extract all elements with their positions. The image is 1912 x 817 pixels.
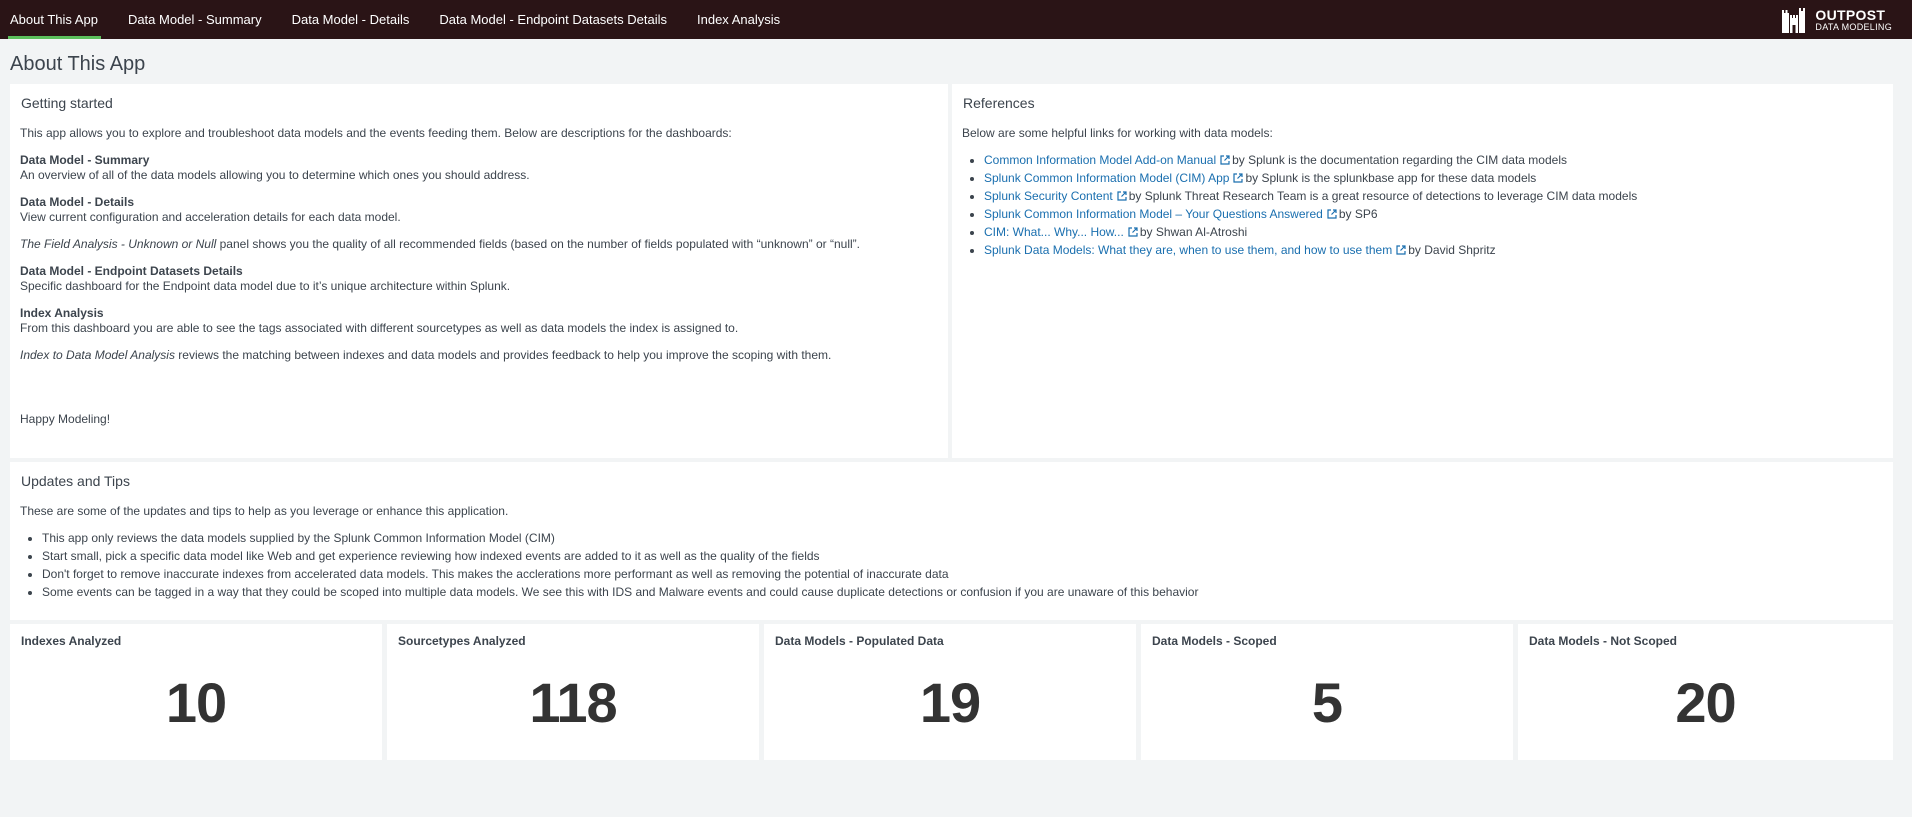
stat-panel-indexes: Indexes Analyzed 10 <box>10 624 382 760</box>
data-models-guide-link[interactable]: Splunk Data Models: What they are, when … <box>984 243 1392 257</box>
nav-tab-index-analysis[interactable]: Index Analysis <box>682 0 795 39</box>
security-content-link[interactable]: Splunk Security Content <box>984 189 1113 203</box>
list-item: Start small, pick a specific data model … <box>42 547 1883 565</box>
stat-panel-sourcetypes: Sourcetypes Analyzed 118 <box>387 624 759 760</box>
section-heading: Index Analysis <box>20 306 104 320</box>
list-item: Common Information Model Add-on Manualby… <box>984 151 1883 169</box>
stat-title: Indexes Analyzed <box>21 634 122 648</box>
section-heading: Data Model - Details <box>20 195 135 209</box>
external-link-icon <box>1233 173 1244 183</box>
list-item: Splunk Common Information Model – Your Q… <box>984 205 1883 223</box>
stat-panel-scoped: Data Models - Scoped 5 <box>1141 624 1513 760</box>
list-item: Don't forget to remove inaccurate indexe… <box>42 565 1883 583</box>
section-heading: Data Model - Endpoint Datasets Details <box>20 264 243 278</box>
list-item: Splunk Security Contentby Splunk Threat … <box>984 187 1883 205</box>
intro-text: This app allows you to explore and troub… <box>20 126 732 140</box>
stat-value[interactable]: 118 <box>387 670 759 735</box>
stat-panel-not-scoped: Data Models - Not Scoped 20 <box>1518 624 1893 760</box>
brand-name: OUTPOST <box>1815 7 1886 23</box>
external-link-icon <box>1128 227 1138 237</box>
panel-title: Getting started <box>21 95 113 111</box>
tips-list: This app only reviews the data models su… <box>20 529 1883 601</box>
stat-value[interactable]: 20 <box>1518 670 1893 735</box>
list-item: Some events can be tagged in a way that … <box>42 583 1883 601</box>
app-logo[interactable]: OUTPOST DATA MODELING <box>1779 5 1892 35</box>
reference-list: Common Information Model Add-on Manualby… <box>962 151 1883 259</box>
section-text: Specific dashboard for the Endpoint data… <box>20 279 511 293</box>
stat-panel-populated: Data Models - Populated Data 19 <box>764 624 1136 760</box>
external-link-icon <box>1327 209 1337 219</box>
stat-title: Data Models - Populated Data <box>775 634 944 648</box>
cim-app-link[interactable]: Splunk Common Information Model (CIM) Ap… <box>984 171 1229 185</box>
stat-value[interactable]: 10 <box>10 670 382 735</box>
stat-title: Data Models - Scoped <box>1152 634 1277 648</box>
stat-value[interactable]: 5 <box>1141 670 1513 735</box>
section-text: From this dashboard you are able to see … <box>20 321 739 335</box>
section-heading: Data Model - Summary <box>20 153 150 167</box>
nav-tab-about[interactable]: About This App <box>0 0 113 39</box>
top-nav-bar: About This App Data Model - Summary Data… <box>0 0 1912 39</box>
cim-addon-manual-link[interactable]: Common Information Model Add-on Manual <box>984 153 1216 167</box>
updates-tips-panel: Updates and Tips These are some of the u… <box>10 462 1893 620</box>
stat-title: Data Models - Not Scoped <box>1529 634 1678 648</box>
closing-text: Happy Modeling! <box>20 412 111 426</box>
nav-tab-data-model-summary[interactable]: Data Model - Summary <box>113 0 277 39</box>
external-link-icon <box>1220 155 1230 165</box>
getting-started-panel: Getting started This app allows you to e… <box>10 84 948 458</box>
stat-title: Sourcetypes Analyzed <box>398 634 526 648</box>
references-panel: References Below are some helpful links … <box>952 84 1893 458</box>
castle-icon <box>1782 8 1806 33</box>
section-text: An overview of all of the data models al… <box>20 168 530 182</box>
nav-tab-data-model-details[interactable]: Data Model - Details <box>277 0 425 39</box>
stat-value[interactable]: 19 <box>764 670 1136 735</box>
page-title: About This App <box>10 53 146 75</box>
cim-what-why-how-link[interactable]: CIM: What... Why... How... <box>984 225 1124 239</box>
list-item: This app only reviews the data models su… <box>42 529 1883 547</box>
brand-subtitle: DATA MODELING <box>1815 22 1892 32</box>
cim-questions-link[interactable]: Splunk Common Information Model – Your Q… <box>984 207 1323 221</box>
section-text: View current configuration and accelerat… <box>20 210 401 224</box>
list-item: Splunk Data Models: What they are, when … <box>984 241 1883 259</box>
panel-title: Updates and Tips <box>21 473 130 489</box>
nav-tab-endpoint-datasets-details[interactable]: Data Model - Endpoint Datasets Details <box>424 0 682 39</box>
index-dm-note: Index to Data Model Analysis reviews the… <box>20 348 832 362</box>
list-item: Splunk Common Information Model (CIM) Ap… <box>984 169 1883 187</box>
updates-intro: These are some of the updates and tips t… <box>20 504 509 518</box>
external-link-icon <box>1117 191 1127 201</box>
panel-title: References <box>963 95 1035 111</box>
list-item: CIM: What... Why... How...by Shwan Al-At… <box>984 223 1883 241</box>
references-intro: Below are some helpful links for working… <box>962 126 1273 140</box>
field-analysis-note: The Field Analysis - Unknown or Null pan… <box>20 237 860 251</box>
external-link-icon <box>1396 245 1406 255</box>
